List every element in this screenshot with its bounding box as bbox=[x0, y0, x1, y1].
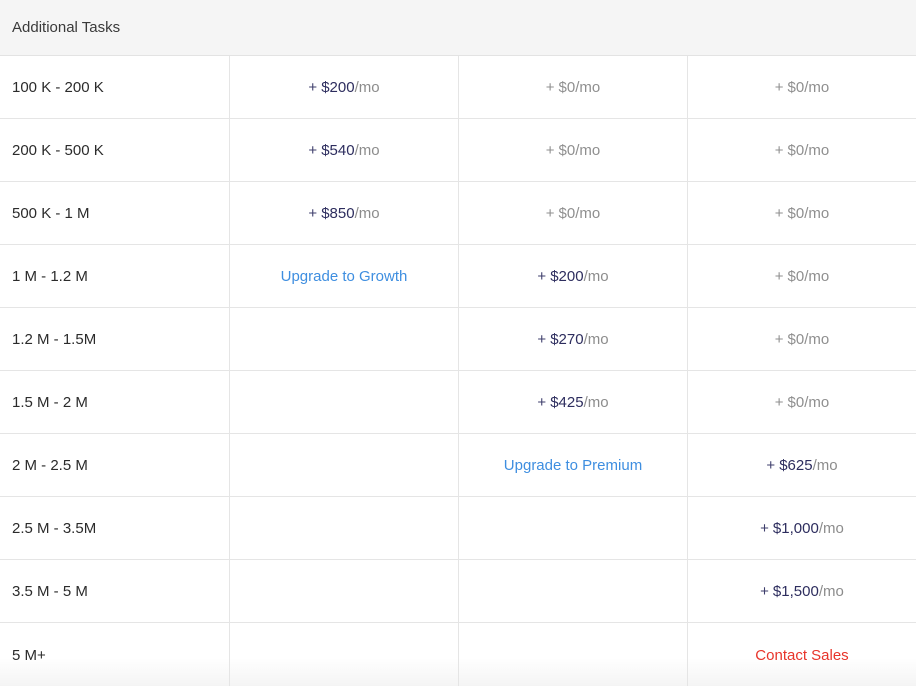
price-cell: + $425/mo bbox=[459, 371, 688, 433]
empty-cell bbox=[230, 371, 459, 433]
table-row: 5 M+ Contact Sales bbox=[0, 623, 916, 686]
price-cell: + $0/mo bbox=[688, 56, 916, 118]
price-cell: + $1,000/mo bbox=[688, 497, 916, 559]
price-value: + $850/mo bbox=[308, 204, 380, 222]
table-row: 1.2 M - 1.5M + $270/mo + $0/mo bbox=[0, 308, 916, 371]
tier-range-label: 5 M+ bbox=[0, 623, 230, 686]
price-value: + $0/mo bbox=[774, 393, 830, 411]
upgrade-to-premium-link[interactable]: Upgrade to Premium bbox=[504, 457, 642, 474]
price-value: + $0/mo bbox=[545, 141, 601, 159]
price-value: + $1,000/mo bbox=[760, 519, 844, 537]
tier-range-label: 200 K - 500 K bbox=[0, 119, 230, 181]
table-row: 500 K - 1 M + $850/mo + $0/mo + $0/mo bbox=[0, 182, 916, 245]
upgrade-to-growth-link[interactable]: Upgrade to Growth bbox=[281, 268, 408, 285]
price-value: + $540/mo bbox=[308, 141, 380, 159]
price-value: + $0/mo bbox=[774, 330, 830, 348]
price-value: + $0/mo bbox=[545, 78, 601, 96]
table-row: 2 M - 2.5 M Upgrade to Premium + $625/mo bbox=[0, 434, 916, 497]
table-row: 1.5 M - 2 M + $425/mo + $0/mo bbox=[0, 371, 916, 434]
table-row: 2.5 M - 3.5M + $1,000/mo bbox=[0, 497, 916, 560]
empty-cell bbox=[230, 497, 459, 559]
price-cell: + $0/mo bbox=[688, 182, 916, 244]
upgrade-cell: Upgrade to Growth bbox=[230, 245, 459, 307]
price-value: + $0/mo bbox=[545, 204, 601, 222]
price-cell: + $0/mo bbox=[459, 182, 688, 244]
section-header: Additional Tasks bbox=[0, 0, 916, 56]
price-value: + $0/mo bbox=[774, 78, 830, 96]
price-cell: + $0/mo bbox=[459, 119, 688, 181]
empty-cell bbox=[459, 497, 688, 559]
price-cell: + $270/mo bbox=[459, 308, 688, 370]
empty-cell bbox=[230, 623, 459, 686]
empty-cell bbox=[459, 560, 688, 622]
price-value: + $1,500/mo bbox=[760, 582, 844, 600]
tier-range-label: 1.2 M - 1.5M bbox=[0, 308, 230, 370]
price-value: + $625/mo bbox=[766, 456, 838, 474]
table-row: 200 K - 500 K + $540/mo + $0/mo + $0/mo bbox=[0, 119, 916, 182]
empty-cell bbox=[459, 623, 688, 686]
upgrade-cell: Upgrade to Premium bbox=[459, 434, 688, 496]
price-cell: + $0/mo bbox=[459, 56, 688, 118]
price-cell: + $1,500/mo bbox=[688, 560, 916, 622]
price-value: + $200/mo bbox=[308, 78, 380, 96]
price-cell: + $0/mo bbox=[688, 371, 916, 433]
section-title: Additional Tasks bbox=[12, 19, 121, 36]
empty-cell bbox=[230, 434, 459, 496]
price-value: + $0/mo bbox=[774, 204, 830, 222]
contact-cell: Contact Sales bbox=[688, 623, 916, 686]
tier-range-label: 500 K - 1 M bbox=[0, 182, 230, 244]
tier-range-label: 1.5 M - 2 M bbox=[0, 371, 230, 433]
tier-range-label: 1 M - 1.2 M bbox=[0, 245, 230, 307]
price-value: + $200/mo bbox=[537, 267, 609, 285]
tier-range-label: 2.5 M - 3.5M bbox=[0, 497, 230, 559]
tier-range-label: 3.5 M - 5 M bbox=[0, 560, 230, 622]
price-value: + $0/mo bbox=[774, 141, 830, 159]
table-row: 1 M - 1.2 M Upgrade to Growth + $200/mo +… bbox=[0, 245, 916, 308]
price-value: + $0/mo bbox=[774, 267, 830, 285]
price-value: + $425/mo bbox=[537, 393, 609, 411]
price-cell: + $0/mo bbox=[688, 308, 916, 370]
price-cell: + $625/mo bbox=[688, 434, 916, 496]
price-cell: + $200/mo bbox=[459, 245, 688, 307]
tier-range-label: 100 K - 200 K bbox=[0, 56, 230, 118]
price-value: + $270/mo bbox=[537, 330, 609, 348]
table-row: 100 K - 200 K + $200/mo + $0/mo + $0/mo bbox=[0, 56, 916, 119]
empty-cell bbox=[230, 308, 459, 370]
contact-sales-link[interactable]: Contact Sales bbox=[755, 647, 848, 664]
price-cell: + $0/mo bbox=[688, 245, 916, 307]
price-cell: + $540/mo bbox=[230, 119, 459, 181]
table-row: 3.5 M - 5 M + $1,500/mo bbox=[0, 560, 916, 623]
pricing-table-body: 100 K - 200 K + $200/mo + $0/mo + $0/mo 200… bbox=[0, 56, 916, 686]
additional-tasks-pricing-table: Additional Tasks 100 K - 200 K + $200/mo … bbox=[0, 0, 916, 686]
price-cell: + $200/mo bbox=[230, 56, 459, 118]
price-cell: + $0/mo bbox=[688, 119, 916, 181]
tier-range-label: 2 M - 2.5 M bbox=[0, 434, 230, 496]
price-cell: + $850/mo bbox=[230, 182, 459, 244]
empty-cell bbox=[230, 560, 459, 622]
